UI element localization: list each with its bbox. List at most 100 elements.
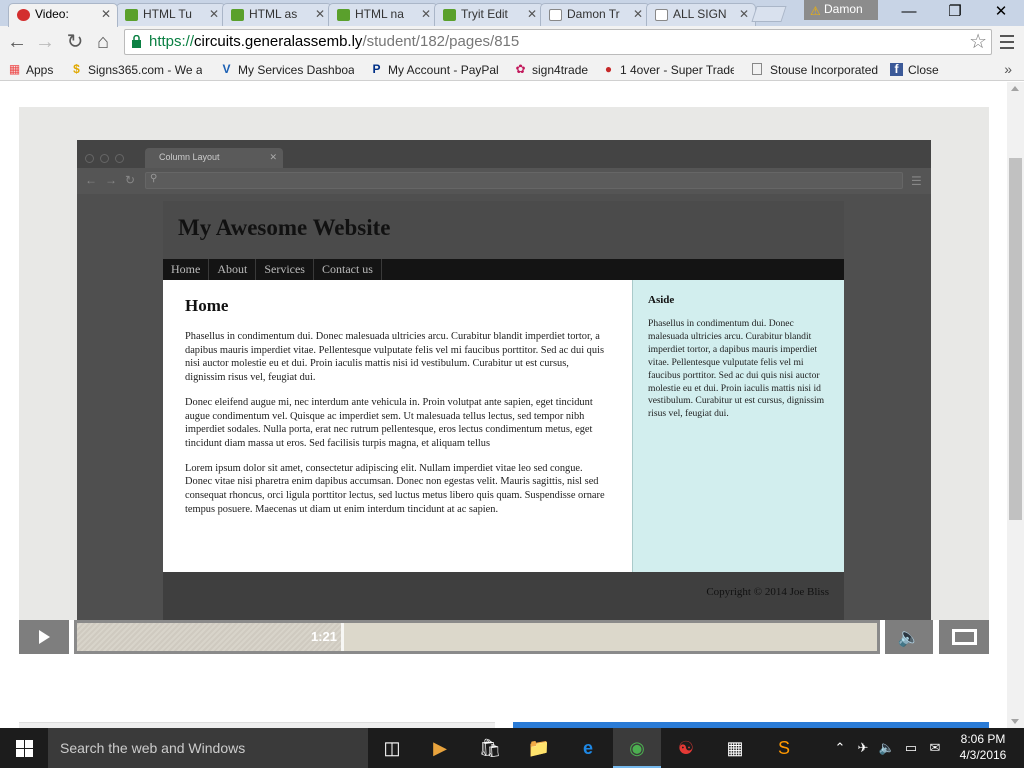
fullscreen-button[interactable] [939, 620, 989, 654]
tab-html-tutorial[interactable]: HTML Tu ✕ [116, 3, 226, 26]
close-icon[interactable]: ✕ [421, 4, 431, 25]
video-frame[interactable]: Column Layout ✕ ← → ↻ ⚲ ☰ My Awesome Web… [77, 140, 931, 620]
close-icon[interactable]: ✕ [527, 4, 537, 25]
video-browser-tab: Column Layout ✕ [145, 148, 283, 168]
tab-video[interactable]: Video: ✕ [8, 3, 118, 27]
bookmark-4over[interactable]: ● 1 4over - Super Trade [602, 61, 734, 79]
edge-icon[interactable]: e [564, 728, 612, 768]
tab-damon[interactable]: Damon Tr ✕ [540, 3, 650, 26]
show-hidden-icons[interactable]: ⌃ [830, 728, 850, 768]
demo-website: My Awesome Website Home About Services C… [163, 201, 844, 620]
sublime-text-icon[interactable]: S [760, 728, 808, 768]
w3schools-icon [443, 9, 456, 21]
bookmark-stouse[interactable]: Stouse Incorporated [752, 61, 880, 79]
play-icon [39, 630, 50, 644]
v-logo-icon: V [222, 62, 231, 76]
close-icon[interactable]: ✕ [739, 4, 749, 25]
page-icon [655, 9, 668, 21]
speaker-icon: 🔈 [897, 627, 921, 647]
task-view-icon[interactable]: ◫ [368, 728, 416, 768]
main-heading: Home [185, 296, 229, 315]
search-icon: ⚲ [150, 173, 158, 184]
w3schools-icon [337, 9, 350, 21]
video-player[interactable]: Column Layout ✕ ← → ↻ ⚲ ☰ My Awesome Web… [19, 107, 989, 654]
bookmark-label: My Account - PayPal [388, 63, 499, 77]
url-host: circuits.generalassemb.ly [194, 33, 363, 50]
progress-handle[interactable] [341, 623, 344, 651]
restore-button[interactable]: ❐ [932, 0, 978, 26]
close-icon[interactable]: ✕ [315, 4, 325, 25]
bookmark-my-services[interactable]: V My Services Dashboar [220, 61, 354, 79]
scroll-up-icon[interactable] [1011, 86, 1019, 91]
w3schools-icon [125, 9, 138, 21]
reload-button[interactable]: ↻ [62, 30, 88, 56]
tab-title: ALL SIGN [673, 7, 727, 21]
close-window-button[interactable]: ✕ [978, 0, 1024, 26]
close-icon[interactable]: ✕ [209, 4, 219, 25]
site-nav-contact: Contact us [314, 259, 382, 280]
scroll-down-icon[interactable] [1011, 719, 1019, 724]
bookmark-label: Signs365.com - We ar [88, 63, 202, 77]
volume-button[interactable]: 🔈 [885, 620, 933, 654]
adobe-cloud-icon[interactable]: ☯ [662, 728, 710, 768]
bookmark-label: sign4trade [532, 63, 589, 77]
apps-grid-icon: ▦ [8, 62, 21, 76]
close-icon[interactable]: ✕ [101, 4, 111, 25]
window-buttons [85, 150, 130, 168]
chrome-menu-button[interactable] [998, 31, 1016, 53]
profile-button[interactable]: ⚠ Damon [804, 0, 878, 20]
tab-html-nav[interactable]: HTML na ✕ [328, 3, 438, 26]
address-bar[interactable]: https://circuits.generalassemb.ly/studen… [124, 29, 992, 55]
tab-title: Tryit Edit [461, 7, 508, 21]
start-button[interactable] [0, 728, 48, 768]
calculator-icon[interactable]: ▦ [711, 728, 759, 768]
video-browser-toolbar: ← → ↻ ⚲ ☰ [77, 168, 931, 194]
media-player-icon[interactable]: ▶ [416, 728, 464, 768]
progress-bar[interactable]: 1:21 [74, 620, 880, 654]
page-viewport: Column Layout ✕ ← → ↻ ⚲ ☰ My Awesome Web… [0, 82, 1024, 728]
page-icon [752, 63, 762, 75]
page-scrollbar[interactable] [1007, 82, 1024, 728]
bookmark-sign4trade[interactable]: ✿ sign4trade [514, 61, 590, 79]
lock-icon [132, 35, 141, 48]
back-button[interactable]: ← [4, 30, 30, 56]
site-nav-home: Home [163, 259, 210, 280]
taskbar-clock[interactable]: 8:06 PM 4/3/2016 [950, 731, 1016, 763]
home-button[interactable]: ⌂ [90, 30, 116, 56]
play-button[interactable] [19, 620, 69, 654]
bookmark-signs365[interactable]: $ Signs365.com - We ar [70, 61, 202, 79]
airplane-mode-icon[interactable]: ✈ [852, 728, 874, 768]
video-address-bar: ⚲ [145, 172, 903, 189]
forward-button[interactable]: → [32, 30, 58, 56]
current-time: 1:21 [311, 629, 338, 644]
bookmark-paypal[interactable]: P My Account - PayPal [370, 61, 500, 79]
more-bookmarks-icon[interactable]: » [1004, 61, 1012, 77]
progress-track[interactable]: 1:21 [77, 623, 877, 651]
close-icon[interactable]: ✕ [633, 4, 643, 25]
chrome-icon[interactable]: ◉ [613, 728, 661, 768]
tab-html-aside[interactable]: HTML as ✕ [222, 3, 332, 26]
profile-name: Damon [824, 2, 863, 16]
scroll-thumb[interactable] [1009, 158, 1022, 520]
volume-icon[interactable]: 🔈 [876, 728, 898, 768]
tab-tryit-editor[interactable]: Tryit Edit ✕ [434, 3, 544, 26]
bookmark-apps[interactable]: ▦ Apps [8, 61, 58, 79]
file-explorer-icon[interactable]: 📁 [515, 728, 563, 768]
w3schools-icon [231, 9, 244, 21]
minimize-button[interactable]: — [886, 0, 932, 26]
action-center-icon[interactable]: ✉ [924, 728, 946, 768]
new-tab-button[interactable] [751, 6, 787, 22]
tab-title: Damon Tr [567, 7, 620, 21]
tab-all-signs[interactable]: ALL SIGN ✕ [646, 3, 756, 26]
taskbar-search[interactable]: Search the web and Windows [48, 728, 368, 768]
bookmark-star-icon[interactable]: ☆ [969, 30, 987, 54]
store-icon[interactable]: 🛍 [466, 728, 514, 768]
tab-title: HTML as [249, 7, 298, 21]
site-body: Home Phasellus in condimentum dui. Donec… [163, 280, 844, 572]
bookmark-facebook[interactable]: f Close [890, 61, 950, 79]
footer-copyright: Copyright © 2014 Joe Bliss [706, 586, 829, 598]
battery-icon[interactable]: ▭ [900, 728, 922, 768]
aside-column: Aside Phasellus in condimentum dui. Done… [632, 280, 844, 572]
back-icon: ← [85, 173, 97, 187]
site-nav: Home About Services Contact us [163, 259, 844, 280]
